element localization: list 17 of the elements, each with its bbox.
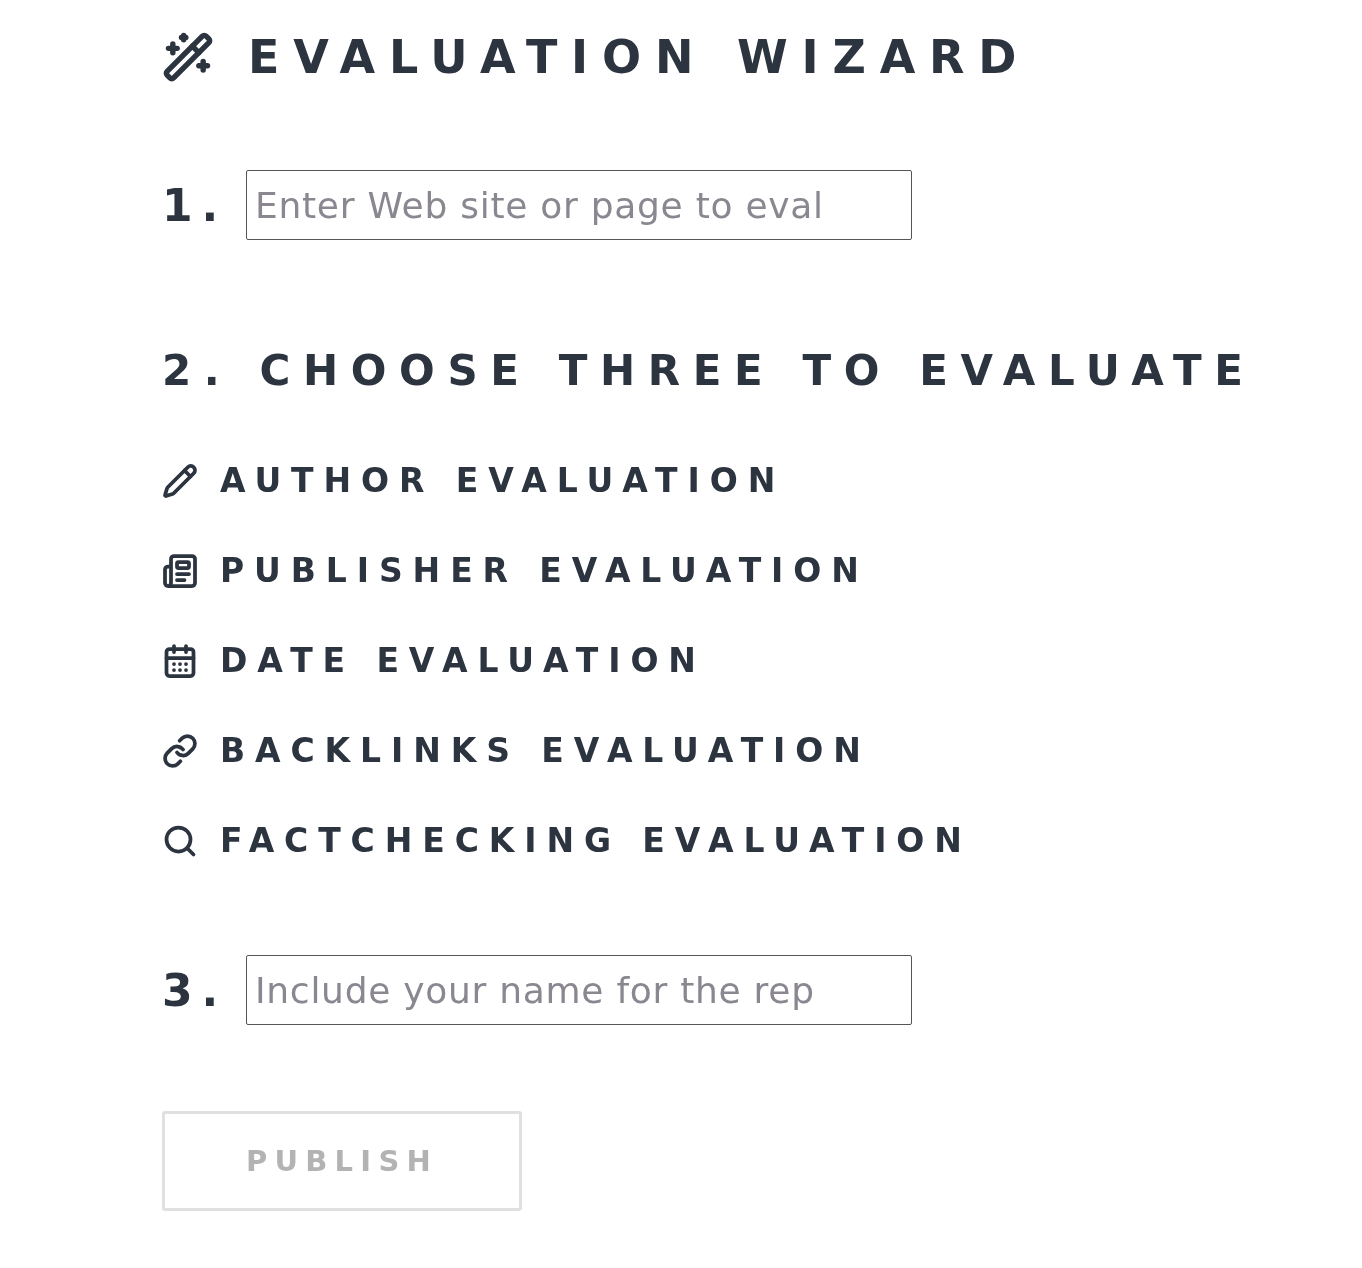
page-title: EVALUATION WIZARD — [248, 30, 1031, 84]
calendar-icon — [162, 643, 198, 679]
evaluation-option[interactable]: AUTHOR EVALUATION — [220, 463, 786, 499]
name-input-field[interactable]: Include your name for the rep — [246, 955, 912, 1025]
pencil-icon — [162, 463, 198, 499]
website-input-field[interactable]: Enter Web site or page to eval — [246, 170, 912, 240]
evaluation-option[interactable]: DATE EVALUATION — [220, 643, 706, 679]
evaluation-option[interactable]: FACTCHECKING EVALUATION — [220, 823, 972, 859]
evaluation-option[interactable]: BACKLINKS EVALUATION — [220, 733, 871, 769]
section-heading: 2. CHOOSE THREE TO EVALUATE — [162, 346, 1257, 395]
step-number: 1. — [162, 179, 216, 231]
step-number: 3. — [162, 964, 216, 1016]
magic-wand-icon — [162, 31, 214, 83]
link-icon — [162, 733, 198, 769]
search-icon — [162, 823, 198, 859]
evaluation-option[interactable]: PUBLISHER EVALUATION — [220, 553, 869, 589]
newspaper-icon — [162, 553, 198, 589]
